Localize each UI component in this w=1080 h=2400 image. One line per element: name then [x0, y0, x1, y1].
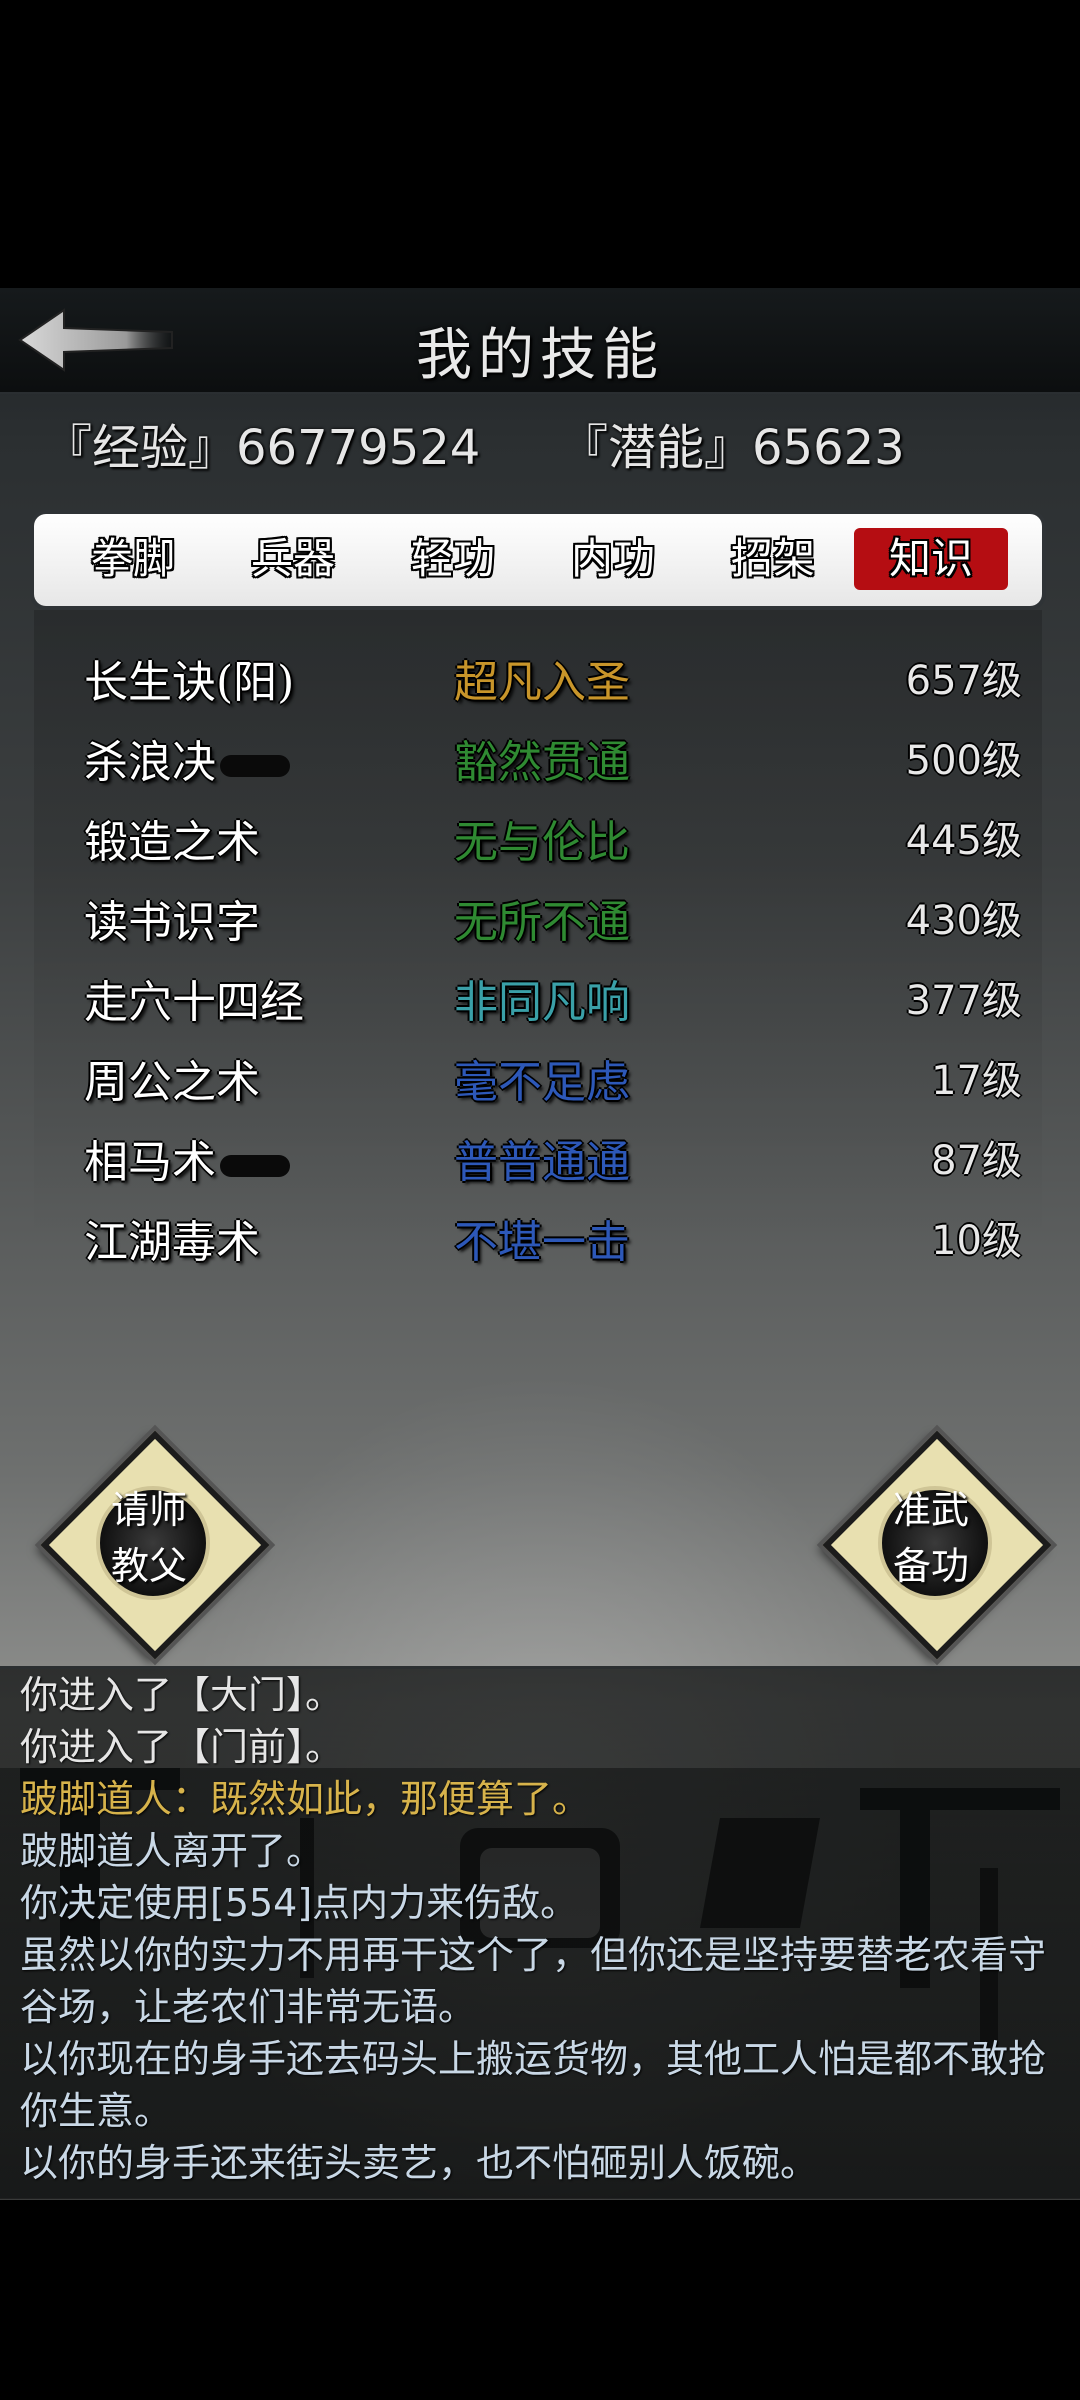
skill-level: 10级 — [931, 1218, 1022, 1264]
stats-row: 『经验』66779524 『潜能』65623 — [44, 408, 1044, 478]
skill-row[interactable]: 读书识字 无所不通 430级 — [34, 880, 1042, 960]
skill-level: 377级 — [905, 978, 1022, 1024]
skill-row[interactable]: 江湖毒术 不堪一击 10级 — [34, 1200, 1042, 1280]
log-line: 以你的身手还来街头卖艺，也不怕砸别人饭碗。 — [20, 2141, 819, 2185]
skill-name: 杀浪决 — [84, 726, 290, 790]
name-smudge — [220, 754, 290, 777]
tab-lightness[interactable]: 轻功 — [376, 528, 530, 590]
skill-row[interactable]: 走穴十四经 非同凡响 377级 — [34, 960, 1042, 1040]
tab-fist[interactable]: 拳脚 — [56, 528, 210, 590]
skill-rank: 无所不通 — [454, 897, 630, 948]
skill-name-text: 相马术 — [84, 1137, 216, 1188]
tab-knowledge[interactable]: 知识 — [854, 528, 1008, 590]
skill-row[interactable]: 杀浪决 豁然贯通 500级 — [34, 720, 1042, 800]
potential-value: 65623 — [752, 420, 905, 476]
log-line: 跛脚道人：既然如此，那便算了。 — [20, 1777, 591, 1821]
skill-rank: 非同凡响 — [454, 977, 630, 1028]
potential-label: 『潜能』 — [560, 420, 753, 476]
skill-rank: 超凡入圣 — [454, 657, 630, 708]
experience-value: 66779524 — [236, 420, 481, 476]
skill-name: 走穴十四经 — [84, 977, 304, 1028]
potential-stat: 『潜能』65623 — [560, 408, 905, 478]
skill-row[interactable]: 锻造之术 无与伦比 445级 — [34, 800, 1042, 880]
page-title: 我的技能 — [416, 323, 664, 388]
log-line: 跛脚道人离开了。 — [20, 1829, 325, 1873]
skill-level: 657级 — [905, 658, 1022, 704]
header-bar: 我的技能 — [0, 288, 1080, 394]
skill-level: 445级 — [905, 818, 1022, 864]
skill-rank: 豁然贯通 — [454, 737, 630, 788]
experience-stat: 『经验』66779524 — [44, 408, 480, 478]
skill-name: 周公之术 — [84, 1057, 260, 1108]
skill-row[interactable]: 周公之术 毫不足虑 17级 — [34, 1040, 1042, 1120]
prepare-skill-button[interactable]: 准武 备功 — [822, 1430, 1052, 1660]
teacher-button[interactable]: 请师 教父 — [40, 1430, 270, 1660]
prepare-label: 准武 备功 — [892, 1488, 969, 1588]
game-view: 我的技能 『经验』66779524 『潜能』65623 拳脚 兵器 轻功 内功 … — [0, 288, 1080, 2200]
teacher-label: 请师 教父 — [110, 1488, 187, 1588]
log-line: 你进入了【门前】。 — [20, 1725, 344, 1769]
skill-level: 500级 — [905, 738, 1022, 784]
skill-level: 17级 — [931, 1058, 1022, 1104]
log-line: 你进入了【大门】。 — [20, 1673, 344, 1717]
skill-level: 430级 — [905, 898, 1022, 944]
skill-name: 江湖毒术 — [84, 1217, 260, 1268]
tab-weapon[interactable]: 兵器 — [216, 528, 370, 590]
skill-level: 87级 — [931, 1138, 1022, 1184]
skill-name-text: 杀浪决 — [84, 737, 216, 788]
skill-rank: 不堪一击 — [454, 1217, 630, 1268]
skill-row[interactable]: 相马术 普普通通 87级 — [34, 1120, 1042, 1200]
skill-category-tabs: 拳脚 兵器 轻功 内功 招架 知识 — [34, 514, 1042, 606]
tab-parry[interactable]: 招架 — [696, 528, 850, 590]
experience-label: 『经验』 — [44, 420, 237, 476]
skill-rank: 普普通通 — [454, 1137, 630, 1188]
skill-rank: 无与伦比 — [454, 817, 630, 868]
skill-row[interactable]: 长生诀(阳) 超凡入圣 657级 — [34, 640, 1042, 720]
skill-name: 锻造之术 — [84, 817, 260, 868]
log-line: 虽然以你的实力不用再干这个了，但你还是坚持要替老农看守谷场，让老农们非常无语。 — [20, 1933, 1047, 2029]
skill-name: 长生诀(阳) — [84, 657, 295, 708]
skill-rank: 毫不足虑 — [454, 1057, 630, 1108]
name-smudge — [220, 1154, 290, 1177]
log-line: 你决定使用[554]点内力来伤敌。 — [20, 1881, 579, 1925]
screen: 我的技能 『经验』66779524 『潜能』65623 拳脚 兵器 轻功 内功 … — [0, 0, 1080, 2400]
message-log[interactable]: 你进入了【大门】。 你进入了【门前】。 跛脚道人：既然如此，那便算了。 跛脚道人… — [0, 1666, 1080, 2199]
skill-list: 长生诀(阳) 超凡入圣 657级 杀浪决 豁然贯通 500级 锻造之术 无与伦比… — [34, 610, 1042, 1268]
tab-inner[interactable]: 内功 — [536, 528, 690, 590]
log-line: 以你现在的身手还去码头上搬运货物，其他工人怕是都不敢抢你生意。 — [20, 2037, 1047, 2133]
skill-name: 读书识字 — [84, 897, 260, 948]
skill-name: 相马术 — [84, 1126, 290, 1190]
